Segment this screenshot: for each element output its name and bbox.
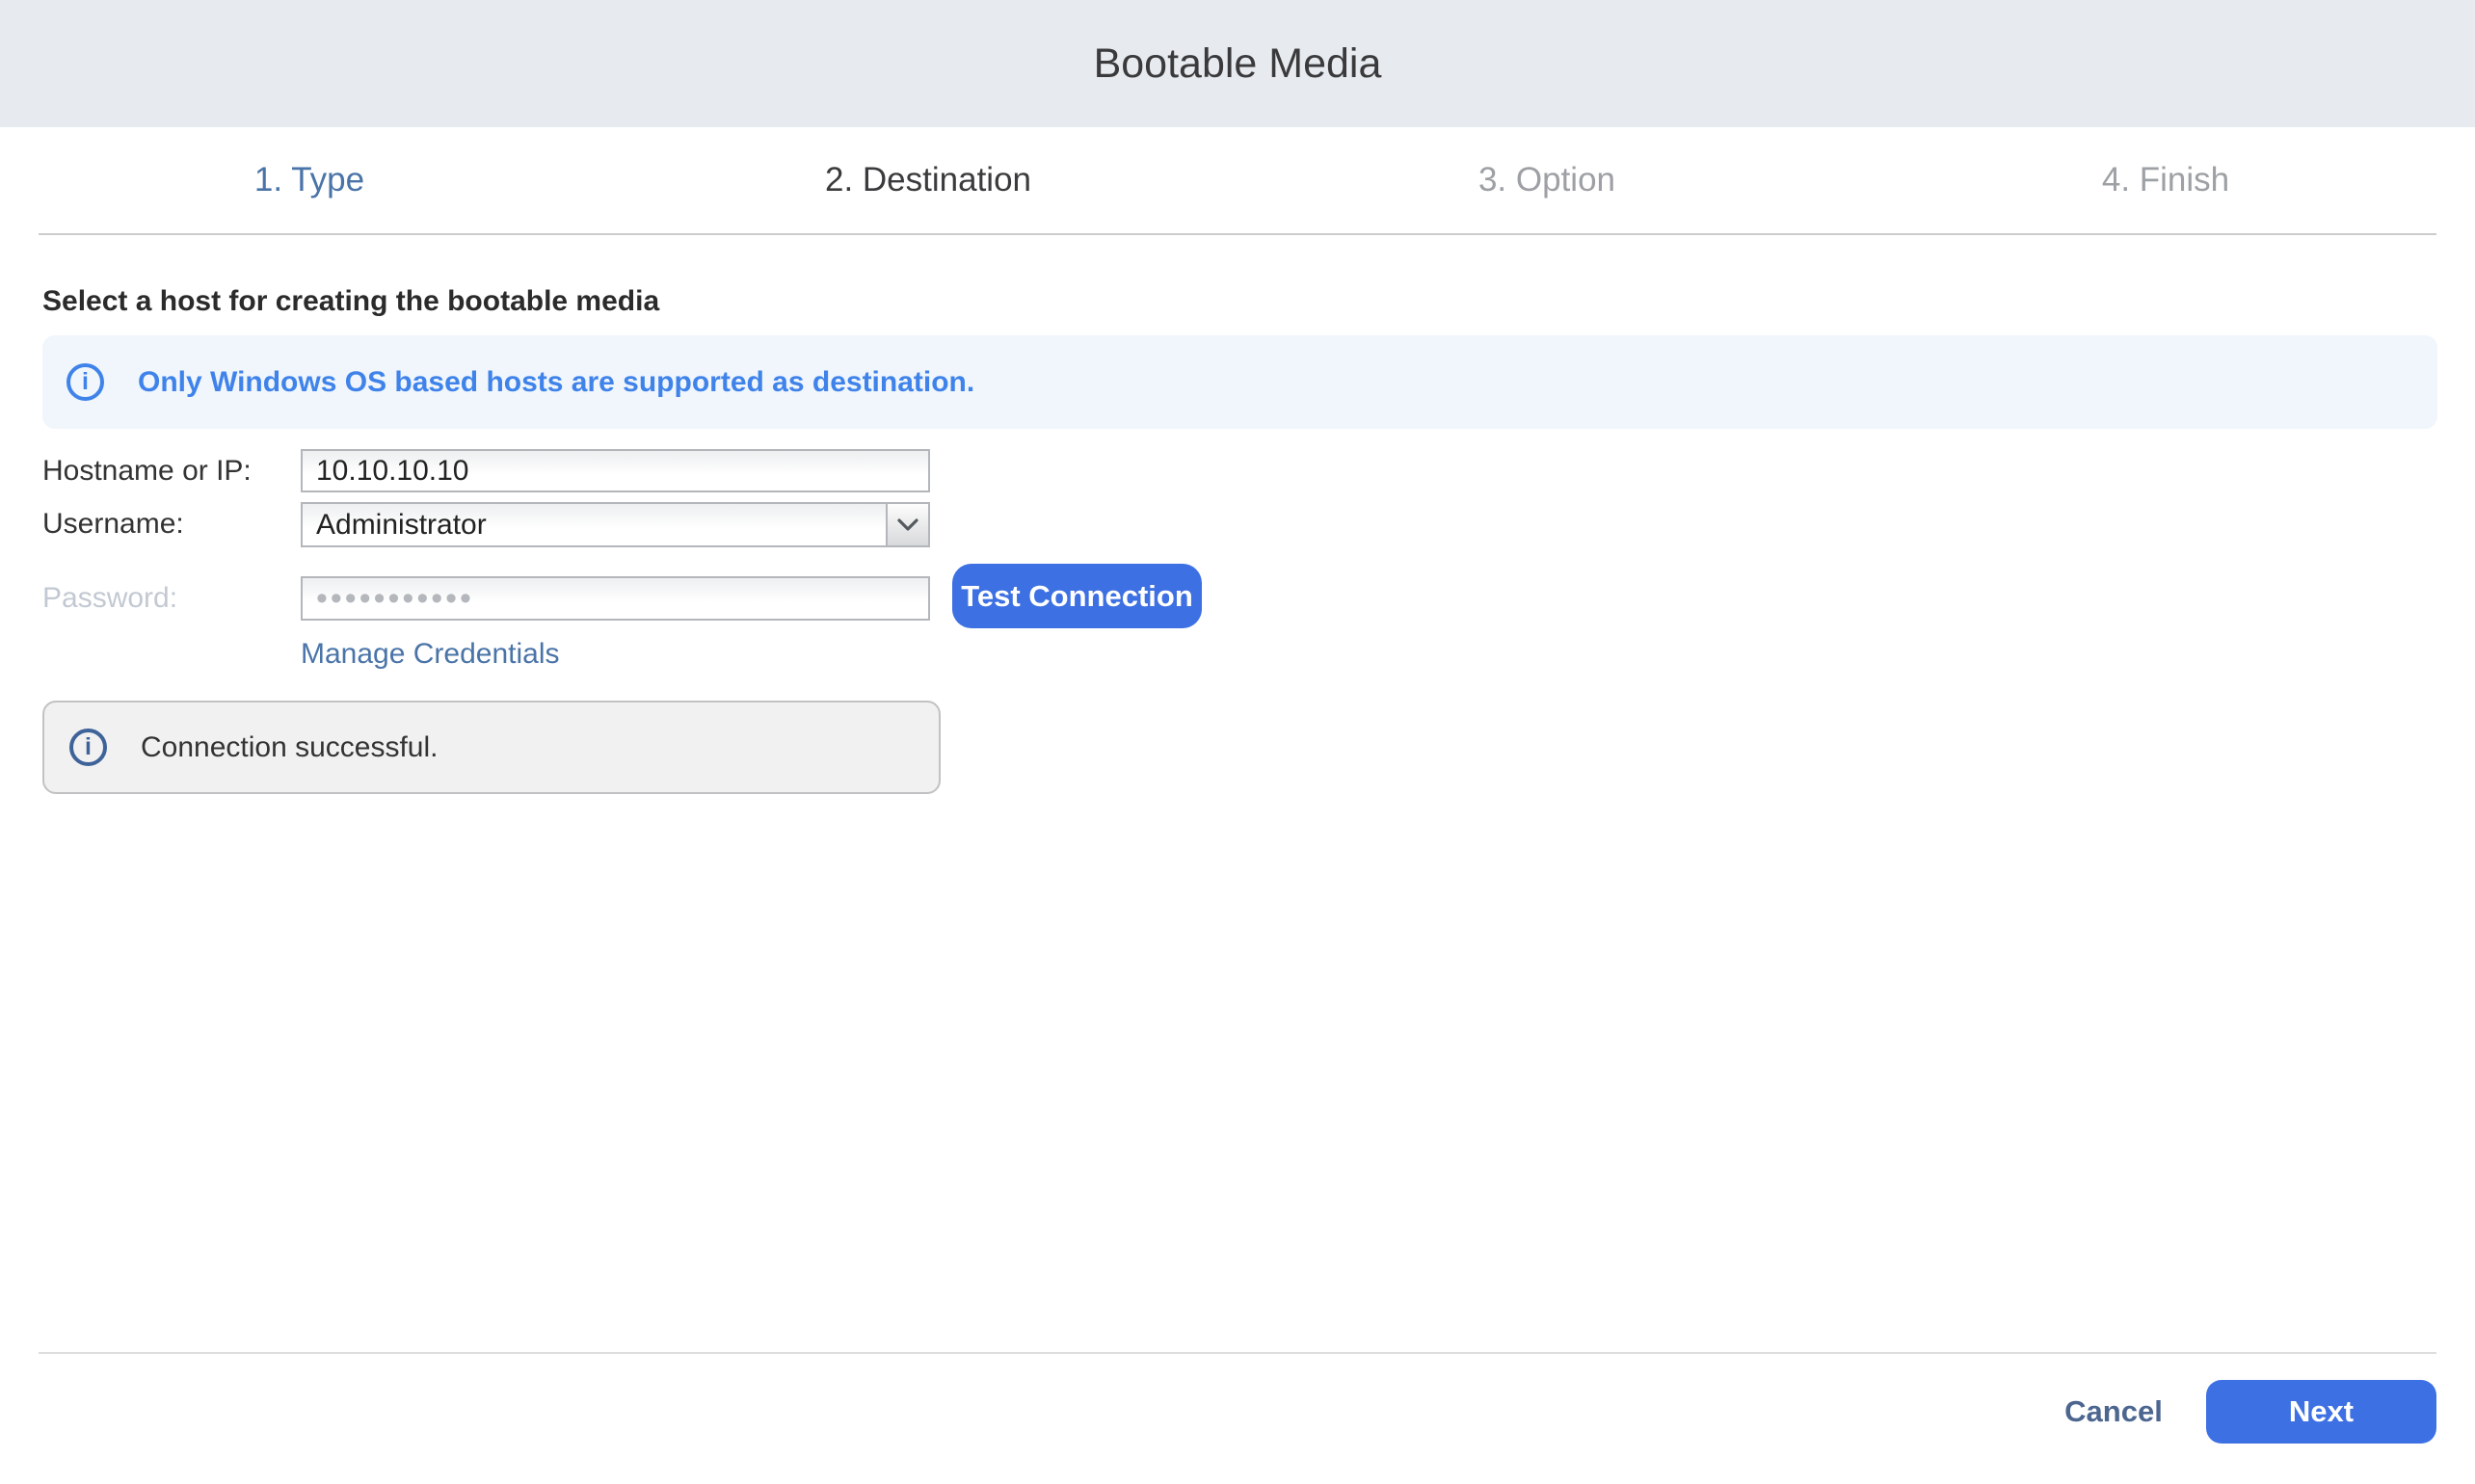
step-type-label: 1. Type <box>254 161 364 199</box>
test-connection-button[interactable]: Test Connection <box>952 564 1202 628</box>
page-heading: Select a host for creating the bootable … <box>42 285 659 318</box>
step-option-label: 3. Option <box>1478 161 1615 199</box>
next-button[interactable]: Next <box>2206 1380 2436 1444</box>
hostname-input[interactable] <box>301 449 930 492</box>
step-finish-label: 4. Finish <box>2102 161 2229 199</box>
info-icon: i <box>67 363 104 401</box>
notice-text: Only Windows OS based hosts are supporte… <box>138 366 974 399</box>
notice-banner: i Only Windows OS based hosts are suppor… <box>42 335 2437 429</box>
step-destination: 2. Destination <box>619 127 1238 233</box>
footer-divider <box>39 1352 2436 1354</box>
cancel-button[interactable]: Cancel <box>2051 1380 2176 1444</box>
step-destination-label: 2. Destination <box>825 161 1031 199</box>
step-finish: 4. Finish <box>1856 127 2475 233</box>
dialog-title: Bootable Media <box>1094 40 1382 88</box>
username-combobox[interactable]: Administrator <box>301 502 930 547</box>
step-option: 3. Option <box>1238 127 1856 233</box>
steps-divider <box>39 233 2436 235</box>
username-label: Username: <box>42 502 184 545</box>
username-combobox-value[interactable]: Administrator <box>303 504 886 545</box>
connection-status-message: Connection successful. <box>141 731 439 764</box>
manage-credentials-link[interactable]: Manage Credentials <box>301 638 560 671</box>
connection-status-box: i Connection successful. <box>42 701 941 794</box>
info-icon: i <box>69 729 107 766</box>
password-input[interactable] <box>301 576 930 621</box>
hostname-label: Hostname or IP: <box>42 449 252 492</box>
chevron-down-icon[interactable] <box>886 504 928 545</box>
step-type: 1. Type <box>0 127 619 233</box>
password-label: Password: <box>42 576 177 620</box>
dialog-header: Bootable Media <box>0 0 2475 127</box>
wizard-steps: 1. Type 2. Destination 3. Option 4. Fini… <box>0 127 2475 233</box>
